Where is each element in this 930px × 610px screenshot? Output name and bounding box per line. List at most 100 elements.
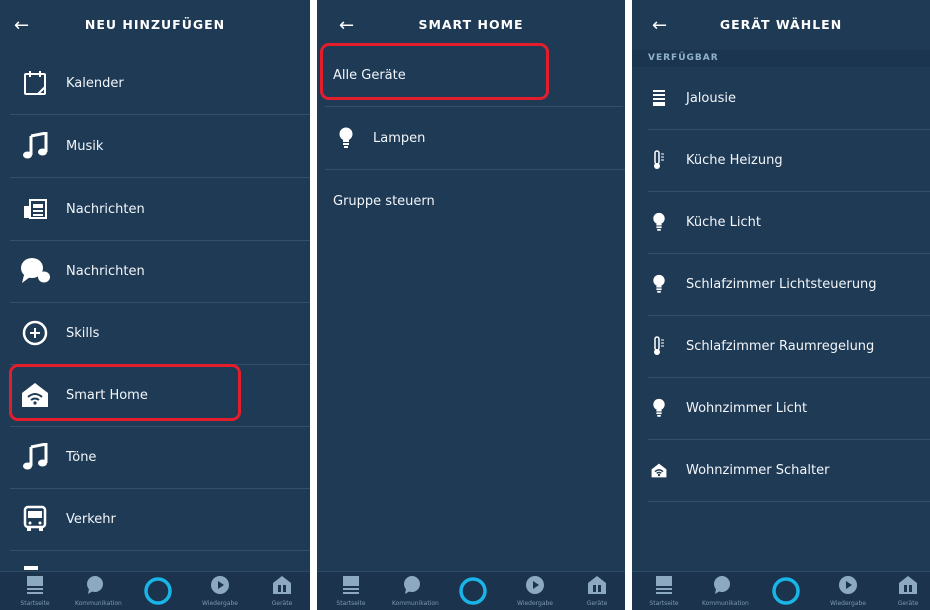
bulb-icon <box>648 211 670 233</box>
highlight-smart-home <box>9 364 241 421</box>
list-item-toene[interactable]: Töne <box>10 426 310 489</box>
devices-icon <box>588 576 606 594</box>
screen-smart-home: ← SMART HOME Alle Geräte Lampen Gruppe s… <box>317 0 625 610</box>
tab-geraete[interactable]: Geräte <box>577 575 617 607</box>
devices-icon <box>899 576 917 594</box>
list-item-wohnzimmer-schalter[interactable]: Wohnzimmer Schalter <box>648 439 930 502</box>
home-feed-icon <box>656 576 672 594</box>
list-item-kueche-licht[interactable]: Küche Licht <box>648 191 930 254</box>
top-bar: ← NEU HINZUFÜGEN <box>0 0 310 52</box>
highlight-alle-geraete <box>320 43 549 100</box>
tab-wiedergabe[interactable]: Wiedergabe <box>200 575 240 607</box>
list-item-label: Küche Heizung <box>686 152 783 168</box>
tab-label: Startseite <box>336 600 366 607</box>
list-item-nachrichten-news[interactable]: Nachrichten <box>10 178 310 241</box>
devices-icon <box>273 576 291 594</box>
bottom-nav: Startseite Kommunikation Wiedergabe Gerä… <box>0 571 310 610</box>
list-item-label: Wohnzimmer Schalter <box>686 462 830 478</box>
screen-neu-hinzufuegen: ← NEU HINZUFÜGEN Kalender Musik Nachrich… <box>0 0 310 610</box>
tab-label: Kommunikation <box>392 600 439 607</box>
list-item-kueche-heizung[interactable]: Küche Heizung <box>648 129 930 192</box>
page-title: NEU HINZUFÜGEN <box>84 17 226 32</box>
list-item-label: Schlafzimmer Raumregelung <box>686 338 875 354</box>
tab-wiedergabe[interactable]: Wiedergabe <box>515 575 555 607</box>
partial-list-item <box>24 566 38 570</box>
list-item-label: Nachrichten <box>66 201 145 217</box>
page-title: SMART HOME <box>418 17 524 32</box>
alexa-ring-icon <box>459 577 487 605</box>
list-item-label: Skills <box>66 325 100 341</box>
tab-kommunikation[interactable]: Kommunikation <box>75 575 122 607</box>
chat-icon <box>87 576 103 594</box>
tab-label: Wiedergabe <box>516 600 553 607</box>
music-note-icon <box>20 131 50 161</box>
chat-icon <box>714 576 730 594</box>
list-item-wohnzimmer-licht[interactable]: Wohnzimmer Licht <box>648 377 930 440</box>
list-item-nachrichten-chat[interactable]: Nachrichten <box>10 240 310 303</box>
tab-label: Geräte <box>897 600 919 607</box>
skills-plus-icon <box>20 318 50 348</box>
tab-startseite[interactable]: Startseite <box>331 575 371 607</box>
tab-label: Startseite <box>649 600 679 607</box>
bottom-nav: Startseite Kommunikation Wiedergabe Gerä… <box>632 571 930 610</box>
play-icon <box>839 576 857 594</box>
list-item-schlafzimmer-lichtsteuerung[interactable]: Schlafzimmer Lichtsteuerung <box>648 253 930 316</box>
screen-geraet-waehlen: ← GERÄT WÄHLEN VERFÜGBAR Jalousie Küche … <box>632 0 930 610</box>
list-item-label: Kalender <box>66 75 124 91</box>
list-item-gruppe-steuern[interactable]: Gruppe steuern <box>325 170 623 232</box>
tab-alexa[interactable] <box>138 576 178 610</box>
calendar-icon <box>20 68 50 98</box>
list-item-label: Lampen <box>373 130 426 146</box>
section-header-verfuegbar: VERFÜGBAR <box>632 50 930 67</box>
home-feed-icon <box>27 576 43 594</box>
tab-label: Wiedergabe <box>829 600 866 607</box>
tab-label: Geräte <box>271 600 293 607</box>
tab-startseite[interactable]: Startseite <box>15 575 55 607</box>
list-item-label: Verkehr <box>66 511 116 527</box>
alexa-ring-icon <box>772 577 800 605</box>
thermometer-icon <box>648 149 670 171</box>
home-feed-icon <box>343 576 359 594</box>
tab-label: Geräte <box>586 600 608 607</box>
smart-home-icon <box>648 459 670 481</box>
tab-wiedergabe[interactable]: Wiedergabe <box>828 575 868 607</box>
list-item-label: Töne <box>66 449 97 465</box>
blinds-icon <box>648 87 670 109</box>
chat-icon <box>404 576 420 594</box>
play-icon <box>526 576 544 594</box>
list-item-jalousie[interactable]: Jalousie <box>648 67 930 130</box>
tab-geraete[interactable]: Geräte <box>262 575 302 607</box>
list-item-verkehr[interactable]: Verkehr <box>10 488 310 551</box>
tab-startseite[interactable]: Startseite <box>644 575 684 607</box>
list-item-musik[interactable]: Musik <box>10 115 310 178</box>
tab-label: Wiedergabe <box>201 600 238 607</box>
bulb-icon <box>335 127 357 149</box>
list-item-label: Schlafzimmer Lichtsteuerung <box>686 276 877 292</box>
list-item-schlafzimmer-raumregelung[interactable]: Schlafzimmer Raumregelung <box>648 315 930 378</box>
bulb-icon <box>648 273 670 295</box>
tab-label: Kommunikation <box>702 600 749 607</box>
list-item-label: Musik <box>66 138 104 154</box>
list-item-label: Küche Licht <box>686 214 761 230</box>
tab-alexa[interactable] <box>766 576 806 610</box>
chat-bubbles-icon <box>20 256 50 286</box>
bus-icon <box>20 504 50 534</box>
list-item-kalender[interactable]: Kalender <box>10 52 310 115</box>
tab-kommunikation[interactable]: Kommunikation <box>702 575 749 607</box>
top-bar: ← GERÄT WÄHLEN <box>632 0 930 52</box>
list-item-label: Jalousie <box>686 90 736 106</box>
tab-kommunikation[interactable]: Kommunikation <box>392 575 439 607</box>
tab-label: Kommunikation <box>75 600 122 607</box>
music-note-icon <box>20 442 50 472</box>
bulb-icon <box>648 397 670 419</box>
list-item-lampen[interactable]: Lampen <box>325 107 625 170</box>
list-item-skills[interactable]: Skills <box>10 302 310 365</box>
tab-geraete[interactable]: Geräte <box>888 575 928 607</box>
tab-alexa[interactable] <box>453 576 493 610</box>
list-item-label: Nachrichten <box>66 263 145 279</box>
list-item-label: Gruppe steuern <box>333 193 435 209</box>
play-icon <box>211 576 229 594</box>
bottom-nav: Startseite Kommunikation Wiedergabe Gerä… <box>317 571 625 610</box>
page-title: GERÄT WÄHLEN <box>719 17 843 32</box>
newspaper-icon <box>20 194 50 224</box>
